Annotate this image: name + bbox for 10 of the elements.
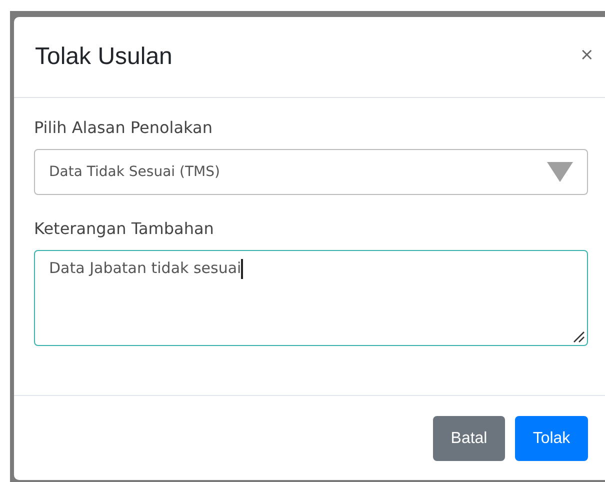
cancel-button[interactable]: Batal: [433, 416, 505, 461]
notes-field[interactable]: Data Jabatan tidak sesuai: [34, 250, 588, 346]
reject-button[interactable]: Tolak: [515, 416, 588, 461]
caret-icon: [547, 162, 573, 182]
close-button[interactable]: ×: [580, 45, 594, 65]
modal-title: Tolak Usulan: [35, 43, 174, 71]
field-label: Keterangan Tambahan: [34, 219, 214, 238]
reason-dropdown[interactable]: Data Tidak Sesuai (TMS): [34, 149, 588, 195]
resize-grip-icon: [573, 331, 585, 343]
field-label: Pilih Alasan Penolakan: [34, 118, 212, 137]
